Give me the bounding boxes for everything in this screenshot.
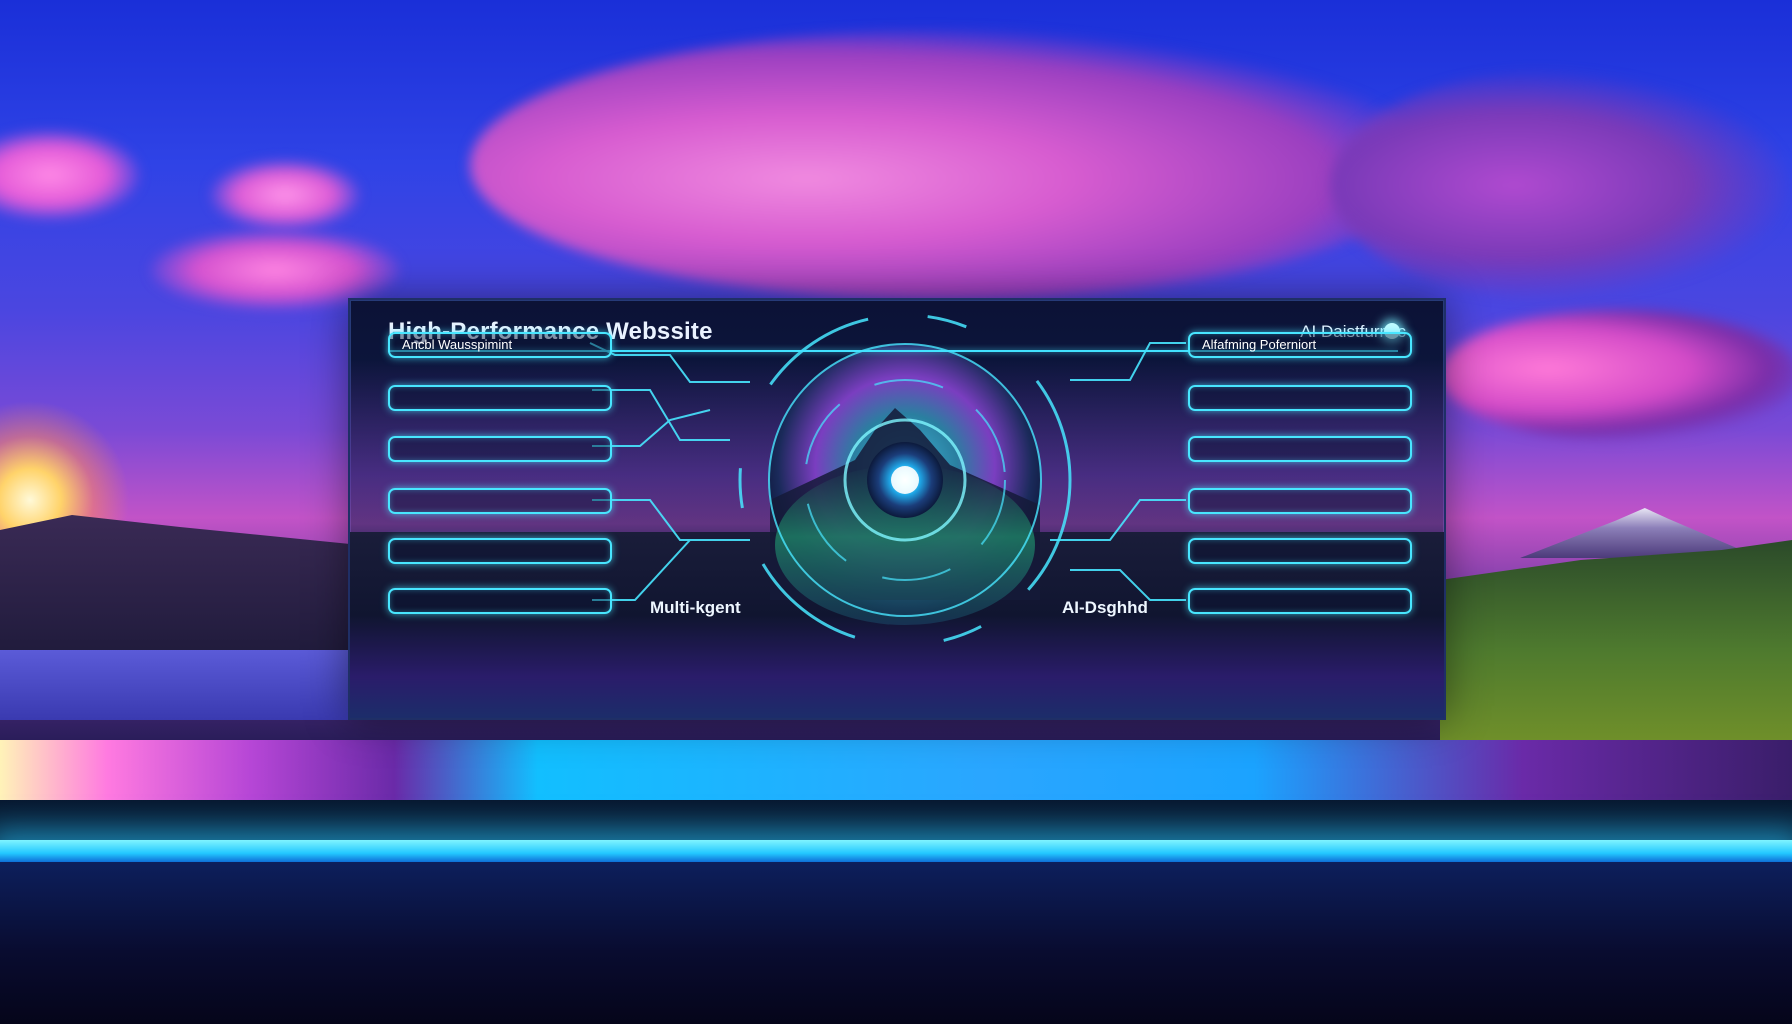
feature-left-6[interactable] [388, 588, 612, 614]
cloud-left-mid [210, 160, 360, 230]
connector-right-3 [1070, 569, 1186, 601]
cloud-right-low [1440, 310, 1792, 440]
caption-multi-agent: Multi-kgent [650, 598, 741, 617]
dashboard-panel: High-Performance Webssite AI Daistfurmic… [348, 298, 1446, 720]
feature-right-6[interactable] [1188, 588, 1412, 614]
connector-right-2 [1050, 499, 1186, 541]
feature-left-5[interactable] [388, 538, 612, 564]
neon-light-strip [0, 840, 1792, 862]
feature-right-1[interactable]: Alfafming Poferniort [1188, 332, 1412, 358]
reflective-floor [0, 740, 1792, 800]
connector-left-1 [589, 342, 750, 383]
floor-base [0, 862, 1792, 1024]
connector-left-5 [592, 539, 750, 601]
feature-right-5[interactable] [1188, 538, 1412, 564]
feature-right-4[interactable] [1188, 488, 1412, 514]
feature-left-2[interactable] [388, 385, 612, 411]
connector-left-2 [592, 389, 730, 441]
feature-left-1[interactable]: Ancbl Wausspimint [388, 332, 612, 358]
connector-right-1 [1070, 342, 1186, 381]
cloud-right [1330, 70, 1790, 300]
feature-right-3[interactable] [1188, 436, 1412, 462]
cloud-large [470, 30, 1430, 300]
connector-left-4 [592, 499, 730, 541]
feature-left-3[interactable] [388, 436, 612, 462]
caption-ai-designed: AI-Dsghhd [1062, 598, 1148, 617]
floor-edge [0, 800, 1792, 840]
feature-left-4[interactable] [388, 488, 612, 514]
feature-right-2[interactable] [1188, 385, 1412, 411]
lake-left [0, 650, 360, 720]
